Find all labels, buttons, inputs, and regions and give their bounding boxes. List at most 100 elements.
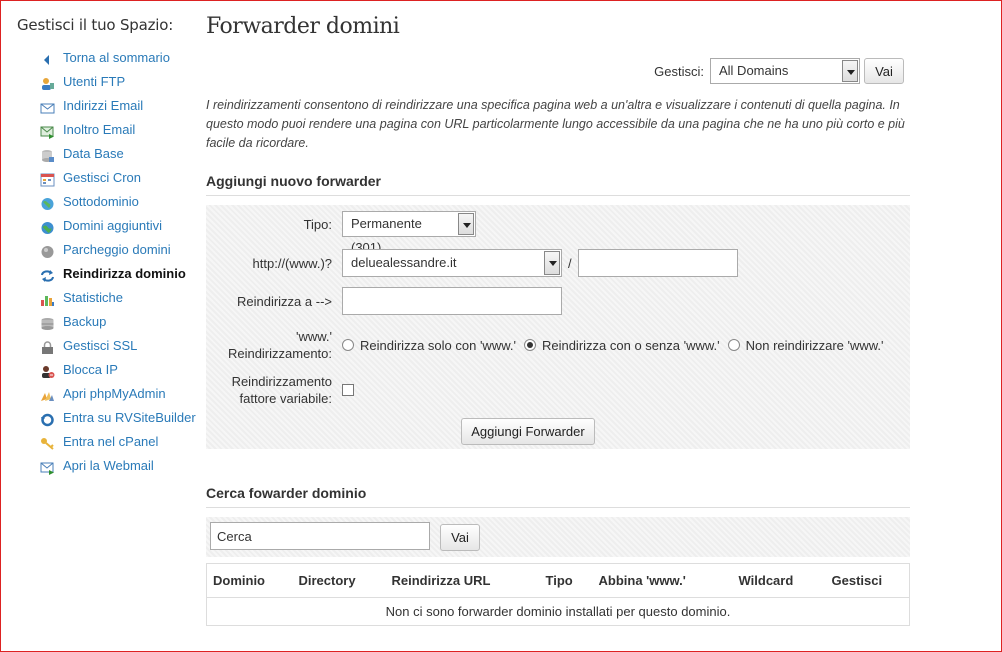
email-addresses-icon bbox=[40, 99, 55, 114]
sidebar-item-ftp-users[interactable]: Utenti FTP bbox=[40, 70, 202, 94]
sidebar-item-parked-domains[interactable]: Parcheggio domini bbox=[40, 238, 202, 262]
sidebar-item-redirect-domain[interactable]: Reindirizza dominio bbox=[40, 262, 202, 286]
sidebar-item-addon-domains[interactable]: Domini aggiuntivi bbox=[40, 214, 202, 238]
column-header-domain: Dominio bbox=[206, 563, 293, 598]
sidebar-item-summary[interactable]: Torna al sommario bbox=[40, 46, 202, 70]
sidebar-item-label: Entra nel cPanel bbox=[63, 434, 159, 449]
ftp-users-icon bbox=[40, 75, 55, 90]
column-header-wildcard: Wildcard bbox=[732, 563, 826, 598]
sidebar-item-label: Torna al sommario bbox=[63, 50, 170, 65]
search-forwarder-title: Cerca fowarder dominio bbox=[206, 485, 910, 508]
webmail-icon bbox=[40, 459, 55, 475]
redirect-type-select[interactable]: Permanente (301) bbox=[342, 211, 476, 255]
sidebar-item-cpanel[interactable]: Entra nel cPanel bbox=[40, 430, 202, 454]
sidebar-item-label: Inoltro Email bbox=[63, 122, 136, 137]
sidebar-item-label: Utenti FTP bbox=[63, 74, 126, 89]
www-option-with-or-without[interactable]: Reindirizza con o senza 'www.' bbox=[523, 337, 720, 353]
redirect-to-label: Reindirizza a --> bbox=[236, 293, 332, 309]
radio-only-www[interactable] bbox=[342, 338, 354, 351]
chevron-down-icon bbox=[458, 213, 474, 235]
sidebar-item-phpmyadmin[interactable]: Apri phpMyAdmin bbox=[40, 382, 202, 406]
sidebar-item-label: Reindirizza dominio bbox=[63, 266, 186, 281]
sidebar-item-database[interactable]: Data Base bbox=[40, 142, 202, 166]
backup-icon bbox=[40, 315, 55, 330]
www-row: 'www.' Reindirizzamento: Reindirizza sol… bbox=[206, 327, 884, 363]
sidebar-item-email-addresses[interactable]: Indirizzi Email bbox=[40, 94, 202, 118]
www-label-line2: Reindirizzamento: bbox=[227, 346, 332, 361]
radio-label: Non reindirizzare 'www.' bbox=[745, 337, 884, 353]
sidebar-item-cron[interactable]: Gestisci Cron bbox=[40, 166, 202, 190]
empty-table-message: Non ci sono forwarder dominio installati… bbox=[385, 604, 731, 619]
domain-select[interactable]: All Domains bbox=[710, 58, 860, 84]
email-forward-icon bbox=[40, 123, 55, 139]
radio-label: Reindirizza con o senza 'www.' bbox=[541, 337, 720, 353]
wildcard-checkbox[interactable] bbox=[342, 384, 354, 396]
redirect-url-input[interactable] bbox=[342, 287, 562, 315]
forwarders-table: Dominio Directory Reindirizza URL Tipo A… bbox=[206, 563, 910, 626]
source-domain-select[interactable]: deluealessandre.it bbox=[342, 249, 562, 277]
sidebar-item-subdomain[interactable]: Sottodominio bbox=[40, 190, 202, 214]
source-path-input[interactable] bbox=[577, 249, 738, 277]
sidebar-item-label: Gestisci Cron bbox=[63, 170, 142, 185]
add-forwarder-title: Aggiungi nuovo forwarder bbox=[206, 173, 910, 196]
table-row: Non ci sono forwarder dominio installati… bbox=[207, 598, 910, 626]
sidebar-item-ssl[interactable]: Gestisci SSL bbox=[40, 334, 202, 358]
phpmyadmin-icon bbox=[40, 387, 55, 401]
wildcard-label: Reindirizzamento fattore variabile: bbox=[206, 373, 342, 407]
sidebar-title: Gestisci il tuo Spazio: bbox=[17, 16, 174, 34]
search-input[interactable] bbox=[210, 522, 430, 550]
column-header-manage: Gestisci bbox=[825, 563, 910, 598]
www-option-no-redirect[interactable]: Non reindirizzare 'www.' bbox=[727, 337, 884, 353]
search-go-button[interactable]: Vai bbox=[440, 524, 480, 551]
sitebuilder-icon bbox=[40, 411, 55, 427]
path-separator: / bbox=[568, 255, 572, 271]
source-domain-value: deluealessandre.it bbox=[351, 255, 457, 270]
addon-domains-icon bbox=[40, 219, 55, 234]
manage-go-button[interactable]: Vai bbox=[864, 58, 904, 84]
intro-text: I reindirizzamenti consentono di reindir… bbox=[206, 98, 905, 150]
sidebar-item-label: Domini aggiuntivi bbox=[63, 218, 162, 233]
radio-label: Reindirizza solo con 'www.' bbox=[360, 337, 516, 353]
sidebar-item-label: Statistiche bbox=[63, 290, 123, 305]
add-forwarder-form: Tipo: Permanente (301) http://(www.)? de… bbox=[206, 205, 910, 449]
sidebar-item-webmail[interactable]: Apri la Webmail bbox=[40, 454, 202, 478]
wildcard-label-line2: fattore variabile: bbox=[239, 391, 333, 406]
radio-no-www-redirect[interactable] bbox=[727, 338, 740, 351]
sidebar-item-label: Blocca IP bbox=[63, 362, 118, 377]
parked-domains-icon bbox=[40, 243, 55, 258]
database-icon bbox=[40, 147, 55, 162]
www-option-only-www[interactable]: Reindirizza solo con 'www.' bbox=[342, 338, 516, 353]
column-header-type: Tipo bbox=[539, 563, 593, 598]
sidebar-item-sitebuilder[interactable]: Entra su RVSiteBuilder bbox=[40, 406, 202, 430]
domain-select-value: All Domains bbox=[719, 63, 789, 78]
back-arrow-icon bbox=[40, 51, 55, 65]
sidebar-item-label: Apri la Webmail bbox=[63, 458, 154, 473]
redirect-to-row: Reindirizza a --> bbox=[206, 287, 562, 315]
add-forwarder-button[interactable]: Aggiungi Forwarder bbox=[461, 418, 595, 445]
sidebar-item-label: Indirizzi Email bbox=[63, 98, 144, 113]
chevron-down-icon bbox=[842, 60, 858, 82]
wildcard-row: Reindirizzamento fattore variabile: bbox=[206, 372, 354, 408]
radio-with-or-without-www[interactable] bbox=[523, 338, 536, 351]
domain-manage-row: Gestisci: All Domains Vai bbox=[654, 58, 904, 84]
www-label-line1: 'www.' bbox=[295, 329, 332, 344]
sidebar-item-label: Entra su RVSiteBuilder bbox=[63, 410, 196, 425]
redirect-icon bbox=[40, 267, 55, 282]
sidebar-item-statistics[interactable]: Statistiche bbox=[40, 286, 202, 310]
sidebar-item-backup[interactable]: Backup bbox=[40, 310, 202, 334]
subdomain-icon bbox=[40, 195, 55, 210]
statistics-icon bbox=[40, 291, 55, 306]
column-header-directory: Directory bbox=[292, 563, 386, 598]
sidebar-item-block-ip[interactable]: Blocca IP bbox=[40, 358, 202, 382]
www-label: 'www.' Reindirizzamento: bbox=[206, 328, 342, 362]
chevron-down-icon bbox=[544, 251, 560, 275]
table-header-row: Dominio Directory Reindirizza URL Tipo A… bbox=[206, 563, 910, 598]
page-title: Forwarder domini bbox=[206, 14, 400, 39]
sidebar-item-label: Gestisci SSL bbox=[63, 338, 138, 353]
url-label: http://(www.)? bbox=[252, 255, 332, 271]
cpanel-key-icon bbox=[40, 435, 55, 450]
sidebar-item-email-forward[interactable]: Inoltro Email bbox=[40, 118, 202, 142]
sidebar-item-label: Apri phpMyAdmin bbox=[63, 386, 166, 401]
column-header-redirect-url: Reindirizza URL bbox=[385, 563, 540, 598]
ssl-icon bbox=[40, 339, 55, 354]
